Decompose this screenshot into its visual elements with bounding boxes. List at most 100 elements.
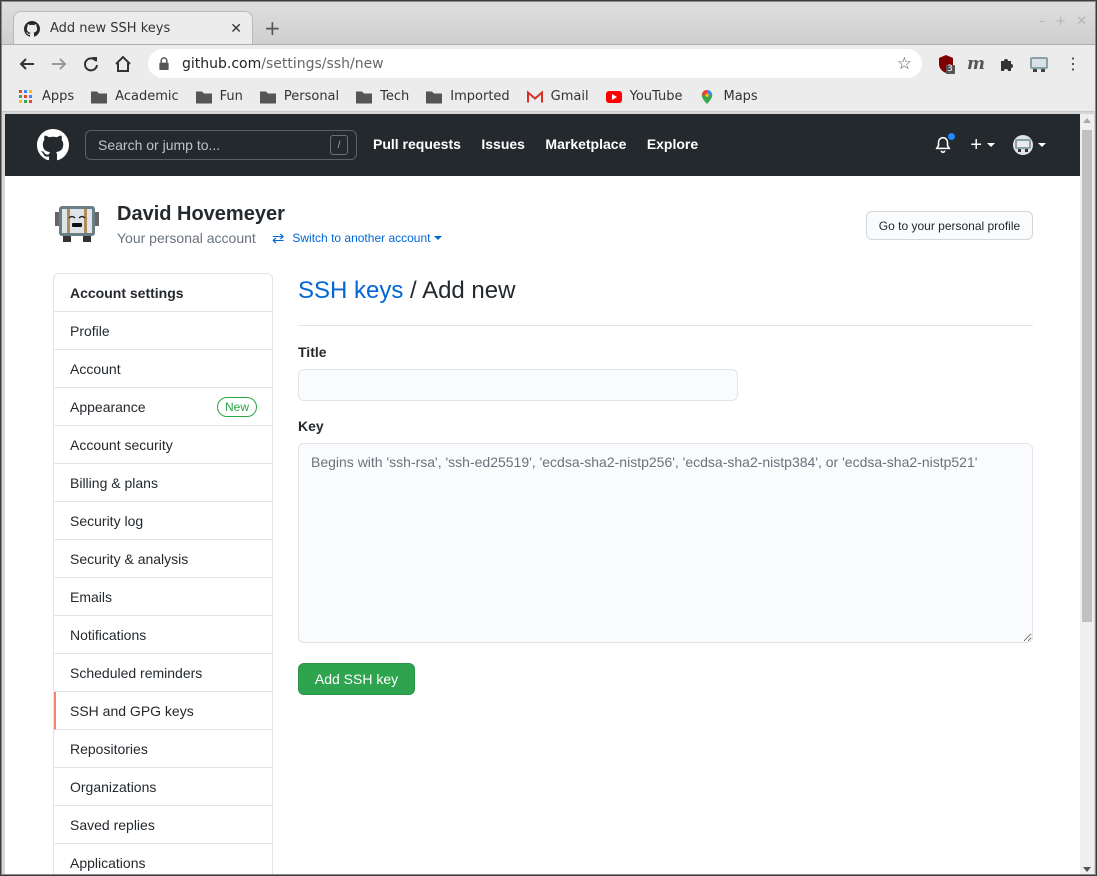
minimize-button[interactable]: – [1039,14,1046,29]
title-input[interactable] [298,369,738,401]
robot-avatar-icon [1030,57,1048,72]
key-textarea[interactable] [298,443,1033,643]
sidebar-item-profile[interactable]: Profile [54,312,272,350]
browser-tab[interactable]: Add new SSH keys ✕ [13,11,253,45]
github-logo-icon[interactable] [37,129,69,161]
bookmark-youtube[interactable]: YouTube [605,89,683,104]
sidebar-item-label: Notifications [70,626,147,643]
nav-marketplace[interactable]: Marketplace [545,136,626,152]
sidebar-item-notifications[interactable]: Notifications [54,616,272,654]
new-tab-button[interactable]: + [264,16,281,40]
scroll-down-arrow-icon[interactable] [1083,867,1091,872]
sidebar-item-label: Appearance [70,398,146,415]
nav-explore[interactable]: Explore [647,136,698,152]
create-new-dropdown[interactable]: + [970,134,995,157]
scroll-up-arrow-icon[interactable] [1083,118,1091,123]
reload-button[interactable] [75,48,107,80]
breadcrumb-ssh-keys-link[interactable]: SSH keys [298,277,403,304]
sidebar-item-label: Account security [70,436,173,453]
bookmark-label: Academic [115,89,179,104]
sidebar-item-ssh-gpg-keys[interactable]: SSH and GPG keys [54,692,272,730]
bookmark-label: Fun [219,89,243,104]
nav-issues[interactable]: Issues [481,136,525,152]
sidebar-item-label: Billing & plans [70,474,158,491]
plus-icon: + [970,133,982,156]
reload-icon [84,56,98,71]
header-nav: Pull requests Issues Marketplace Explore [373,136,714,154]
key-label: Key [298,418,324,434]
home-button[interactable] [107,48,139,80]
bookmark-label: Maps [723,89,758,104]
youtube-icon [605,90,622,103]
tab-strip: Add new SSH keys ✕ + – + ✕ [2,2,1095,45]
sidebar-item-saved-replies[interactable]: Saved replies [54,806,272,844]
sidebar-item-security-log[interactable]: Security log [54,502,272,540]
profile-button[interactable] [1028,53,1050,75]
tab-title: Add new SSH keys [50,21,171,36]
sidebar-item-organizations[interactable]: Organizations [54,768,272,806]
sidebar-heading: Account settings [54,274,272,312]
bookmark-gmail[interactable]: Gmail [526,89,589,104]
sidebar-item-account-security[interactable]: Account security [54,426,272,464]
browser-menu-button[interactable]: ⋮ [1062,53,1084,75]
page-scrollbar[interactable] [1080,114,1094,874]
profile-header: David Hovemeyer Your personal account ⇄ … [53,202,443,247]
maximize-button[interactable]: + [1055,14,1066,29]
bookmark-academic[interactable]: Academic [91,89,179,104]
sidebar-item-label: Applications [70,854,146,871]
folder-icon [259,91,276,103]
sidebar-item-applications[interactable]: Applications [54,844,272,874]
bookmark-star-icon[interactable]: ☆ [897,54,912,74]
new-badge: New [216,397,257,417]
bookmark-label: Tech [380,89,410,104]
sidebar-item-scheduled-reminders[interactable]: Scheduled reminders [54,654,272,692]
profile-text: David Hovemeyer Your personal account ⇄ … [117,202,443,247]
browser-window: Add new SSH keys ✕ + – + ✕ github.com/se… [1,1,1096,875]
user-menu-dropdown[interactable] [1013,135,1046,155]
search-placeholder: Search or jump to... [98,137,221,153]
switch-account-link[interactable]: ⇄ Switch to another account [272,229,443,247]
bookmark-fun[interactable]: Fun [195,89,243,104]
tab-close-icon[interactable]: ✕ [230,21,242,37]
github-favicon-icon [24,20,40,37]
browser-toolbar: github.com/settings/ssh/new ☆ 3 m ⋮ [2,44,1095,82]
back-button[interactable] [11,48,43,80]
sidebar-item-repositories[interactable]: Repositories [54,730,272,768]
ublock-extension-button[interactable]: 3 [935,53,957,75]
bookmark-personal[interactable]: Personal [259,89,339,104]
sidebar-item-label: Profile [70,322,110,339]
sidebar-item-emails[interactable]: Emails [54,578,272,616]
sidebar-item-appearance[interactable]: Appearance New [54,388,272,426]
bookmark-label: Gmail [550,89,589,104]
sidebar-item-account[interactable]: Account [54,350,272,388]
bookmark-label: YouTube [629,89,683,104]
sidebar-item-label: Saved replies [70,816,155,833]
sidebar-item-label: Repositories [70,740,148,757]
notifications-button[interactable] [934,132,957,154]
sidebar-item-billing[interactable]: Billing & plans [54,464,272,502]
bookmark-imported[interactable]: Imported [426,89,510,104]
title-label: Title [298,344,327,360]
bookmark-maps[interactable]: Maps [699,89,758,104]
add-ssh-key-button[interactable]: Add SSH key [298,663,415,695]
bookmark-apps[interactable]: Apps [18,89,74,104]
address-bar[interactable]: github.com/settings/ssh/new ☆ [148,49,922,78]
github-header: Search or jump to... / Pull requests Iss… [5,114,1080,176]
bookmark-tech[interactable]: Tech [356,89,409,104]
breadcrumb-current: Add new [422,277,516,304]
scrollbar-thumb[interactable] [1082,130,1092,622]
extensions-button[interactable] [996,53,1018,75]
sidebar-item-security-analysis[interactable]: Security & analysis [54,540,272,578]
notification-dot [947,132,957,141]
go-to-profile-button[interactable]: Go to your personal profile [866,211,1033,240]
page-viewport: Search or jump to... / Pull requests Iss… [5,114,1080,874]
sidebar-item-label: Security & analysis [70,550,189,567]
sidebar-item-label: SSH and GPG keys [70,702,194,719]
github-search-input[interactable]: Search or jump to... / [85,130,357,160]
m-extension-button[interactable]: m [965,53,987,75]
nav-pull-requests[interactable]: Pull requests [373,136,461,152]
forward-button[interactable] [43,48,75,80]
close-window-button[interactable]: ✕ [1076,14,1087,29]
window-controls: – + ✕ [1039,14,1087,29]
lock-icon [159,57,169,70]
